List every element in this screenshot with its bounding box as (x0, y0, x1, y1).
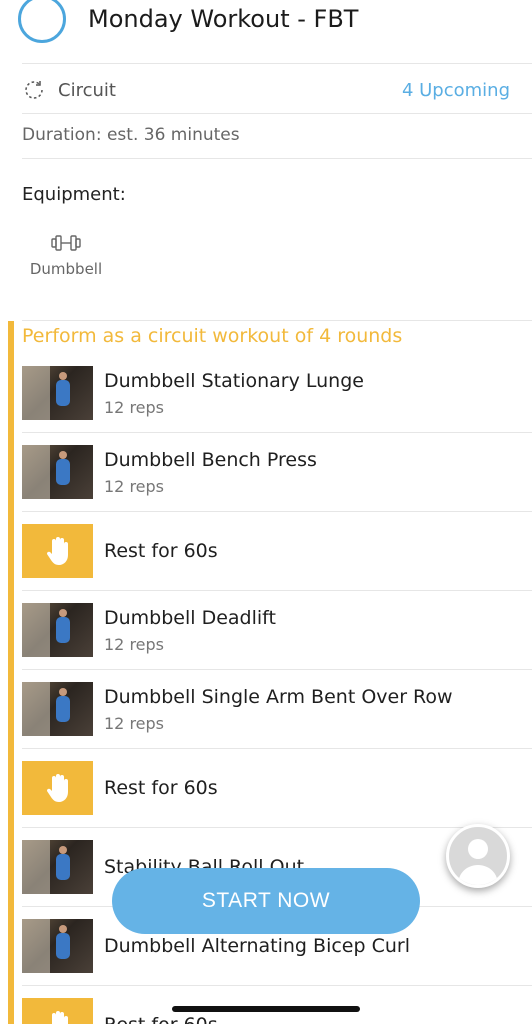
exercise-row[interactable]: Dumbbell Deadlift 12 reps (22, 591, 532, 670)
exercise-name: Dumbbell Alternating Bicep Curl (104, 935, 410, 957)
duration-text: Duration: est. 36 minutes (22, 125, 240, 145)
exercise-thumbnail (22, 919, 93, 973)
exercise-thumbnail (22, 445, 93, 499)
hand-icon (51, 1011, 68, 1024)
exercise-row[interactable]: Dumbbell Bench Press 12 reps (22, 433, 532, 512)
divider (22, 320, 532, 321)
upcoming-link[interactable]: 4 Upcoming (402, 80, 510, 101)
exercise-reps: 12 reps (104, 634, 165, 654)
circuit-row: Circuit 4 Upcoming (22, 66, 510, 114)
exercise-row[interactable]: Dumbbell Stationary Lunge 12 reps (22, 354, 532, 433)
circuit-label: Circuit (58, 79, 116, 101)
exercise-row[interactable]: Dumbbell Single Arm Bent Over Row 12 reps (22, 670, 532, 749)
refresh-icon (25, 81, 43, 99)
equipment-label: Dumbbell (29, 260, 103, 278)
exercise-thumbnail (22, 366, 93, 420)
hand-icon (46, 537, 68, 565)
home-indicator[interactable] (172, 1006, 360, 1012)
page-title: Monday Workout - FBT (88, 5, 359, 33)
rest-label: Rest for 60s (104, 1014, 218, 1024)
rest-thumbnail (22, 761, 93, 815)
exercise-name: Dumbbell Deadlift (104, 606, 276, 629)
circuit-heading: Perform as a circuit workout of 4 rounds (22, 325, 403, 347)
rest-thumbnail (22, 524, 93, 578)
exercise-name: Dumbbell Stationary Lunge (104, 369, 364, 392)
trainer-avatar-button[interactable] (446, 824, 510, 888)
exercise-name: Dumbbell Bench Press (104, 448, 317, 471)
exercise-thumbnail (22, 682, 93, 736)
exercise-thumbnail (22, 603, 93, 657)
divider (22, 113, 532, 114)
workout-header: Monday Workout - FBT (0, 0, 532, 48)
exercise-thumbnail (22, 840, 93, 894)
complete-toggle-circle[interactable] (18, 0, 66, 43)
rest-row[interactable]: Rest for 60s (22, 512, 532, 591)
exercise-reps: 12 reps (104, 713, 165, 733)
equipment-title: Equipment: (22, 184, 126, 205)
rest-label: Rest for 60s (104, 777, 218, 799)
exercise-reps: 12 reps (104, 476, 165, 496)
hand-icon (46, 774, 68, 802)
divider (22, 63, 532, 64)
equipment-item-dumbbell: Dumbbell (22, 232, 110, 278)
divider (22, 158, 532, 159)
dumbbell-icon (51, 235, 81, 251)
rest-label: Rest for 60s (104, 540, 218, 562)
circuit-accent-bar (8, 321, 14, 1024)
rest-row[interactable]: Rest for 60s (22, 749, 532, 828)
start-now-button[interactable]: START NOW (112, 868, 420, 934)
exercise-reps: 12 reps (104, 397, 165, 417)
person-silhouette-icon (458, 839, 498, 885)
exercise-name: Dumbbell Single Arm Bent Over Row (104, 685, 453, 708)
rest-row[interactable]: Rest for 60s (22, 986, 532, 1024)
rest-thumbnail (22, 998, 93, 1024)
